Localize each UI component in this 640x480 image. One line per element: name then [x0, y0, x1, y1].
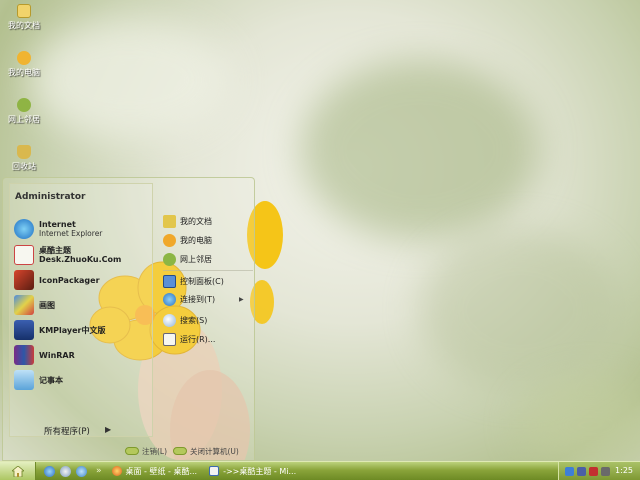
menu-item-search[interactable]: 搜索(S) [163, 312, 207, 328]
search-icon [163, 313, 176, 327]
internet-explorer-icon [14, 219, 34, 239]
menu-item-label: 我的电脑 [180, 235, 212, 245]
menu-item-iconpackager[interactable]: IconPackager [14, 269, 100, 291]
menu-item-label: 桌酷主题Desk.ZhuoKu.Com [39, 246, 122, 264]
menu-item-label: 记事本 [39, 375, 63, 385]
my-documents-icon [163, 214, 176, 228]
wallpaper-blur [30, 20, 230, 140]
desktop-icon-recycle-bin[interactable]: 回收站 [2, 145, 46, 172]
menu-item-run[interactable]: 运行(R)... [163, 331, 215, 347]
menu-item-connect-to[interactable]: 连接到(T) [163, 291, 215, 307]
clock[interactable]: 1:25 [615, 466, 633, 475]
menu-item-my-documents[interactable]: 我的文档 [163, 213, 212, 229]
zhuoku-theme-icon [14, 245, 34, 265]
start-button[interactable] [0, 461, 36, 480]
wallpaper-blur [300, 60, 540, 240]
menu-item-zhuoku[interactable]: 桌酷主题Desk.ZhuoKu.Com [14, 244, 152, 266]
my-computer-icon [17, 51, 31, 65]
menu-item-label: 网上邻居 [180, 254, 212, 264]
notepad-icon [14, 370, 34, 390]
user-name: Administrator [15, 192, 86, 202]
start-menu-programs-pane: Administrator Internet Internet Explorer… [9, 183, 153, 437]
quick-launch-ie-icon[interactable] [44, 465, 55, 477]
menu-item-kmplayer[interactable]: KMPlayer中文版 [14, 319, 106, 341]
desktop-icon-my-documents[interactable]: 我的文档 [2, 4, 46, 31]
tray-security-icon[interactable] [589, 467, 598, 476]
desktop-icon-my-computer[interactable]: 我的电脑 [2, 51, 46, 78]
logoff-label: 注销(L) [142, 446, 168, 456]
tray-arrow-icon[interactable] [565, 467, 574, 476]
menu-item-internet[interactable]: Internet Internet Explorer [14, 218, 102, 240]
quick-launch [44, 465, 92, 477]
task-label: ->>桌酷主题 - Mi... [223, 466, 297, 476]
folder-documents-icon [17, 4, 31, 18]
menu-item-label: WinRAR [39, 350, 75, 360]
control-panel-icon [163, 274, 176, 288]
quick-launch-media-icon[interactable] [76, 465, 87, 477]
menu-item-control-panel[interactable]: 控制面板(C) [163, 273, 224, 289]
network-places-icon [17, 98, 31, 112]
menu-item-label: 我的文档 [180, 216, 212, 226]
menu-item-notepad[interactable]: 记事本 [14, 369, 63, 391]
winrar-icon [14, 345, 34, 365]
network-places-icon [163, 252, 176, 266]
connect-to-icon [163, 292, 176, 306]
shutdown-button[interactable]: 关闭计算机(U) [173, 444, 239, 458]
taskbar: » 桌面 - 壁纸 - 桌酷... ->>桌酷主题 - Mi... 1:25 [0, 461, 640, 480]
menu-item-label: 控制面板(C) [180, 276, 224, 286]
menu-item-label: KMPlayer中文版 [39, 325, 106, 335]
shutdown-label: 关闭计算机(U) [190, 446, 239, 456]
all-programs-button[interactable]: 所有程序(P) [44, 425, 90, 437]
task-button-document[interactable]: ->>桌酷主题 - Mi... [205, 464, 300, 479]
quick-launch-chevron-icon[interactable]: » [96, 466, 102, 476]
logoff-button[interactable]: 注销(L) [125, 444, 167, 458]
menu-item-label: 画图 [39, 300, 55, 310]
menu-item-my-computer[interactable]: 我的电脑 [163, 232, 212, 248]
wallpaper-blur [520, 380, 640, 470]
task-button-browser[interactable]: 桌面 - 壁纸 - 桌酷... [108, 464, 202, 479]
menu-item-paint[interactable]: 画图 [14, 294, 55, 316]
desktop-icon-network[interactable]: 网上邻居 [2, 98, 46, 125]
desktop-icon-label: 回收站 [12, 162, 36, 171]
document-icon [209, 466, 220, 476]
tray-volume-icon[interactable] [601, 467, 610, 476]
menu-divider [163, 270, 253, 271]
menu-item-label: Internet [39, 220, 76, 229]
menu-item-label: 搜索(S) [180, 315, 208, 325]
logoff-icon [125, 447, 139, 455]
menu-item-label: 运行(R)... [180, 334, 216, 344]
browser-icon [111, 466, 122, 476]
start-menu: Administrator Internet Internet Explorer… [2, 177, 255, 461]
iconpackager-icon [14, 270, 34, 290]
menu-item-label: IconPackager [39, 275, 100, 285]
recycle-bin-icon [17, 145, 31, 159]
quick-launch-desktop-icon[interactable] [60, 465, 71, 477]
tray-network-icon[interactable] [577, 467, 586, 476]
desktop-icon-label: 网上邻居 [8, 115, 40, 124]
menu-item-label: 连接到(T) [180, 294, 216, 304]
task-label: 桌面 - 壁纸 - 桌酷... [125, 466, 198, 476]
menu-item-sublabel: Internet Explorer [39, 229, 103, 238]
paint-icon [14, 295, 34, 315]
run-icon [163, 332, 176, 346]
desktop-icon-label: 我的文档 [8, 21, 40, 30]
submenu-arrow-icon: ▶ [239, 296, 244, 303]
my-computer-icon [163, 233, 176, 247]
menu-item-network-places[interactable]: 网上邻居 [163, 251, 212, 267]
wallpaper-blur [420, 230, 620, 390]
desktop-icon-label: 我的电脑 [8, 68, 40, 77]
all-programs-arrow-icon: ▶ [105, 425, 112, 434]
kmplayer-icon [14, 320, 34, 340]
home-icon [11, 465, 24, 477]
shutdown-icon [173, 447, 187, 455]
menu-item-winrar[interactable]: WinRAR [14, 344, 75, 366]
